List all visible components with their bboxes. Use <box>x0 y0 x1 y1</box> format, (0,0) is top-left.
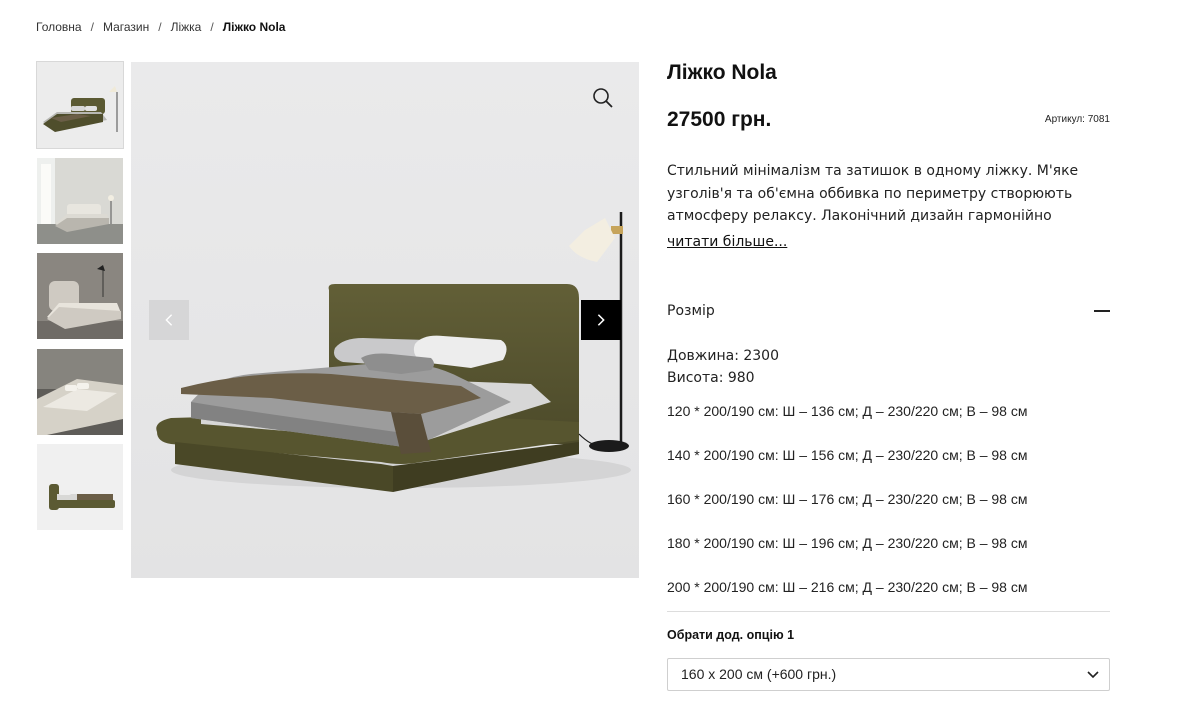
breadcrumb-separator: / <box>90 20 94 34</box>
product-price: 27500 грн. <box>667 108 772 131</box>
breadcrumb: Головна / Магазин / Ліжка / Ліжко Nola <box>36 20 285 34</box>
breadcrumb-separator: / <box>210 20 214 34</box>
previous-image-button[interactable] <box>149 300 189 340</box>
size-option: 140 * 200/190 см: Ш – 156 см; Д – 230/22… <box>667 446 1028 463</box>
breadcrumb-home[interactable]: Головна <box>36 20 82 34</box>
option-selected-value: 160 x 200 см (+600 грн.) <box>681 666 837 682</box>
thumbnail-4[interactable] <box>37 348 123 435</box>
chevron-right-icon <box>597 314 605 326</box>
height-value: Висота: 980 <box>667 369 755 386</box>
product-sku: Артикул: 7081 <box>1044 114 1110 125</box>
size-accordion-title: Розмір <box>667 302 715 319</box>
thumbnail-image <box>37 62 123 148</box>
dimensions: Довжина: 2300 Висота: 980 <box>667 345 1110 389</box>
thumbnail-image <box>37 348 123 435</box>
thumbnail-list <box>36 61 124 540</box>
option-select[interactable]: 160 x 200 см (+600 грн.) <box>667 657 1110 691</box>
read-more-link[interactable]: читати більше... <box>667 234 787 250</box>
breadcrumb-shop[interactable]: Магазин <box>103 20 149 34</box>
chevron-down-icon <box>1087 670 1099 678</box>
size-option: 200 * 200/190 см: Ш – 216 см; Д – 230/22… <box>667 578 1028 595</box>
price-row: 27500 грн. Артикул: 7081 <box>667 106 1110 134</box>
thumbnail-image <box>37 157 123 244</box>
option-label: Обрати дод. опцію 1 <box>667 627 795 642</box>
size-option: 180 * 200/190 см: Ш – 196 см; Д – 230/22… <box>667 534 1028 551</box>
main-product-image[interactable] <box>131 62 639 578</box>
zoom-button[interactable] <box>591 86 615 110</box>
breadcrumb-separator: / <box>158 20 162 34</box>
minus-icon <box>1094 309 1110 312</box>
size-list: 120 * 200/190 см: Ш – 136 см; Д – 230/22… <box>667 399 1110 619</box>
thumbnail-1[interactable] <box>36 61 124 149</box>
size-accordion-toggle[interactable]: Розмір <box>667 299 1110 323</box>
thumbnail-5[interactable] <box>37 444 123 530</box>
product-description: Стильний мінімалізм та затишок в одному … <box>667 163 1079 224</box>
breadcrumb-current: Ліжко Nola <box>222 20 286 34</box>
thumbnail-image <box>37 253 123 339</box>
bed-illustration <box>131 62 639 578</box>
next-image-button[interactable] <box>581 300 621 340</box>
breadcrumb-beds[interactable]: Ліжка <box>171 20 202 34</box>
thumbnail-2[interactable] <box>37 157 123 244</box>
thumbnail-image <box>37 444 123 530</box>
product-info: Ліжко Nola 27500 грн. Артикул: 7081 Стил… <box>667 60 1110 691</box>
length-value: Довжина: 2300 <box>667 347 779 364</box>
product-title: Ліжко Nola <box>667 61 777 84</box>
size-option: 120 * 200/190 см: Ш – 136 см; Д – 230/22… <box>667 402 1028 419</box>
zoom-icon <box>593 88 613 108</box>
divider <box>667 610 1110 612</box>
size-option: 160 * 200/190 см: Ш – 176 см; Д – 230/22… <box>667 490 1028 507</box>
thumbnail-3[interactable] <box>37 253 123 339</box>
chevron-left-icon <box>165 314 173 326</box>
